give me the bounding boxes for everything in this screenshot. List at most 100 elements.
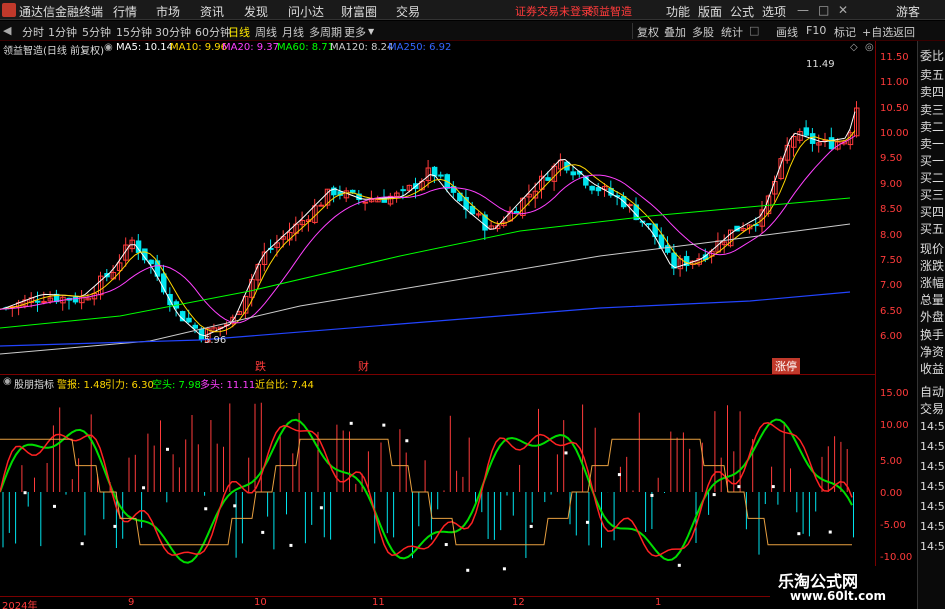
period-more[interactable]: 更多 (344, 24, 366, 40)
tool-adjust[interactable]: 复权 (637, 24, 659, 40)
panel-item[interactable]: 卖二 (920, 118, 944, 135)
marker-finance[interactable]: 财 (358, 358, 369, 374)
menu-quotes[interactable]: 行情 (113, 3, 137, 20)
menu-wealth[interactable]: 财富圈 (341, 3, 377, 20)
candle-body (431, 166, 438, 177)
menu-options[interactable]: 选项 (762, 3, 786, 20)
panel-item[interactable]: 买二 (920, 169, 944, 186)
more-dropdown-icon[interactable]: ▼ (368, 27, 374, 36)
period-weekly[interactable]: 周线 (255, 24, 277, 40)
alert-dot (529, 524, 533, 528)
period-daily[interactable]: 日线 (228, 24, 250, 40)
gravity-line (0, 438, 852, 546)
panel-item[interactable]: 卖五 (920, 66, 944, 83)
back-button[interactable]: 返回 (893, 24, 915, 40)
indicator-chart[interactable] (0, 390, 875, 596)
menu-formula[interactable]: 公式 (730, 3, 754, 20)
chart-title: 领益智造(日线 前复权) (3, 46, 104, 57)
menu-ask[interactable]: 问小达 (288, 3, 324, 20)
panel-item[interactable]: 卖一 (920, 135, 944, 152)
close-icon[interactable]: ✕ (838, 3, 848, 17)
alert-dot (737, 485, 741, 489)
alert-dot (382, 423, 386, 427)
login-notice[interactable]: 证券交易未登录 (515, 3, 592, 19)
alert-dot (289, 543, 293, 547)
indicator-bear: 空头: 7.98 (152, 380, 201, 391)
indicator-svg (0, 402, 854, 572)
menu-market[interactable]: 市场 (156, 3, 180, 20)
chart-settings-icon[interactable]: ◇ (850, 42, 858, 53)
maximize-icon[interactable]: □ (818, 3, 829, 17)
panel-item[interactable]: 总量 (920, 291, 944, 308)
period-60min[interactable]: 60分钟 (195, 24, 231, 40)
info-toggle-icon[interactable]: ◉ (104, 42, 113, 53)
candle-body (400, 189, 406, 192)
menu-function[interactable]: 功能 (666, 3, 690, 20)
panel-item[interactable]: 买四 (920, 203, 944, 220)
menu-trade[interactable]: 交易 (396, 3, 420, 20)
minimize-icon[interactable]: — (797, 3, 809, 17)
panel-item[interactable]: 涨跌 (920, 257, 944, 274)
panel-item[interactable]: 卖四 (920, 83, 944, 100)
indicator-axis: 15.00 10.00 5.00 0.00 -5.00 -10.00 (875, 374, 917, 596)
tick-time: 14:56 (920, 480, 945, 493)
watermark-url: www.60lt.com (790, 589, 887, 603)
tool-multistock[interactable]: 多股 (692, 24, 714, 40)
chart-options-icon[interactable]: ◎ (865, 42, 874, 53)
alert-dot (52, 504, 56, 508)
marker-limit-up[interactable]: 涨停 (772, 358, 800, 374)
date-tick: 12 (512, 597, 525, 608)
period-1min[interactable]: 1分钟 (48, 24, 77, 40)
indicator-title[interactable]: 股朋指标 (14, 376, 54, 391)
kline-chart[interactable] (0, 56, 875, 374)
panel-item[interactable]: 外盘 (920, 308, 944, 325)
panel-item[interactable]: 买一 (920, 152, 944, 169)
period-30min[interactable]: 30分钟 (155, 24, 191, 40)
ma250-label: MA250: 6.92 (388, 42, 452, 53)
ma60-label: MA60: 8.71 (277, 42, 335, 53)
guest-label[interactable]: 游客 (896, 3, 920, 20)
price-tick: 7.50 (880, 255, 903, 266)
period-multi[interactable]: 多周期 (309, 24, 342, 40)
menu-layout[interactable]: 版面 (698, 3, 722, 20)
panel-item[interactable]: 换手 (920, 326, 944, 343)
panel-item[interactable]: 买五 (920, 220, 944, 237)
menu-discover[interactable]: 发现 (244, 3, 268, 20)
panel-item[interactable]: 卖三 (920, 101, 944, 118)
tool-mark[interactable]: 标记 (834, 24, 856, 40)
indicator-alert: 警报: 1.48 (57, 380, 106, 391)
panel-item[interactable]: 收益 (920, 360, 944, 377)
alert-dot (502, 567, 506, 571)
trade-label[interactable]: 交易 (920, 400, 944, 417)
period-5min[interactable]: 5分钟 (82, 24, 111, 40)
auto-trade-label[interactable]: 自动 (920, 383, 944, 400)
alert-dot (617, 473, 621, 477)
panel-item[interactable]: 现价 (920, 240, 944, 257)
alert-dot (113, 524, 117, 528)
candle-body (318, 204, 324, 207)
tool-draw[interactable]: 画线 (776, 24, 798, 40)
tool-stats[interactable]: 统计 (721, 24, 743, 40)
back-arrow-icon[interactable]: ◀ (3, 24, 11, 37)
date-axis: 2024年 9 10 11 12 1 2 (0, 596, 875, 609)
stock-name-header: 领益智造 (588, 5, 632, 18)
panel-item[interactable]: 买三 (920, 186, 944, 203)
panel-item[interactable]: 净资 (920, 343, 944, 360)
alert-dot (349, 421, 353, 425)
indicator-info-bar: ◉ 股朋指标 警报: 1.48 引力: 6.30 空头: 7.98 多头: 11… (0, 374, 875, 391)
period-intraday[interactable]: 分时 (22, 24, 44, 40)
period-monthly[interactable]: 月线 (282, 24, 304, 40)
tool-f10[interactable]: F10 (806, 24, 826, 37)
panel-item[interactable]: 涨幅 (920, 274, 944, 291)
menu-news[interactable]: 资讯 (200, 3, 224, 20)
panel-item[interactable]: 委比 (920, 47, 944, 64)
ind-tick: 0.00 (880, 488, 903, 499)
period-15min[interactable]: 15分钟 (116, 24, 152, 40)
marker-fall[interactable]: 跌 (255, 358, 266, 374)
tool-unknown-icon[interactable]: □ (749, 24, 759, 37)
price-tick: 9.50 (880, 153, 903, 164)
tool-overlay[interactable]: 叠加 (664, 24, 686, 40)
add-watchlist-button[interactable]: +自选 (862, 24, 893, 40)
tick-time: 14:56 (920, 540, 945, 553)
indicator-toggle-icon[interactable]: ◉ (3, 376, 12, 387)
